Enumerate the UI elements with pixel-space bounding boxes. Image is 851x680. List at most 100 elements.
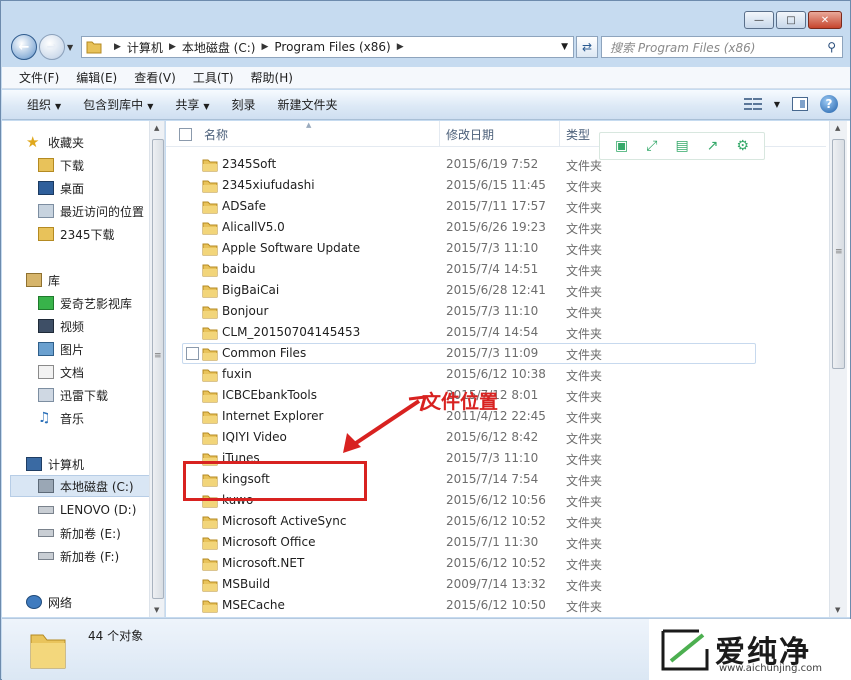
menu-file[interactable]: 文件(F)	[19, 69, 59, 86]
file-row[interactable]: MSBuild 2009/7/14 13:32 文件夹	[166, 574, 826, 595]
file-date: 2015/7/4 14:54	[446, 325, 539, 339]
menu-view[interactable]: 查看(V)	[134, 69, 176, 86]
select-all-checkbox[interactable]	[179, 128, 192, 141]
nav-item-iqiyi-library[interactable]: 爱奇艺影视库	[38, 292, 132, 314]
share-button[interactable]: 共享 ▼	[175, 96, 209, 113]
nav-item-recent[interactable]: 最近访问的位置	[38, 200, 144, 222]
file-row[interactable]: BigBaiCai 2015/6/28 12:41 文件夹	[166, 280, 826, 301]
preview-pane-icon[interactable]	[792, 97, 808, 111]
nav-scrollbar[interactable]: ▲ ≡ ▼	[149, 121, 164, 617]
nav-item-2345-downloads[interactable]: 2345下载	[38, 223, 115, 245]
file-row[interactable]: Bonjour 2015/7/3 11:10 文件夹	[166, 301, 826, 322]
chevron-right-icon[interactable]: ▶	[261, 42, 268, 52]
breadcrumb-local-disk[interactable]: 本地磁盘 (C:)	[182, 39, 256, 56]
window-icon[interactable]: ▣	[615, 139, 628, 153]
nav-item-volume-f[interactable]: 新加卷 (F:)	[38, 545, 119, 567]
search-icon[interactable]: ⚲	[827, 40, 836, 54]
back-button[interactable]: ←	[11, 34, 37, 60]
chevron-right-icon[interactable]: ▶	[397, 42, 404, 52]
nav-item-downloads[interactable]: 下载	[38, 154, 84, 176]
chevron-right-icon[interactable]: ▶	[114, 42, 121, 52]
address-dropdown-icon[interactable]: ▼	[561, 42, 568, 52]
file-row[interactable]: Microsoft Office 2015/7/1 11:30 文件夹	[166, 532, 826, 553]
refresh-button[interactable]: ⇄	[576, 36, 598, 58]
file-row[interactable]: baidu 2015/7/4 14:51 文件夹	[166, 259, 826, 280]
scroll-up-icon[interactable]: ▲	[835, 124, 840, 132]
file-type: 文件夹	[566, 537, 603, 551]
organize-button[interactable]: 组织 ▼	[27, 96, 61, 113]
expand-icon[interactable]: ⤢	[646, 139, 657, 153]
nav-item-music[interactable]: ♫ 音乐	[38, 407, 84, 429]
breadcrumb-computer[interactable]: 计算机	[127, 39, 163, 56]
row-checkbox[interactable]	[186, 347, 199, 360]
file-row[interactable]: 2345xiufudashi 2015/6/15 11:45 文件夹	[166, 175, 826, 196]
file-name: Bonjour	[222, 304, 269, 318]
file-scrollbar[interactable]: ▲ ≡ ▼	[829, 121, 847, 617]
grip-icon: ≡	[835, 247, 843, 257]
settings-icon[interactable]: ⚙	[736, 139, 749, 153]
close-button[interactable]: ✕	[808, 11, 842, 29]
file-row[interactable]: Microsoft ActiveSync 2015/6/12 10:52 文件夹	[166, 511, 826, 532]
search-input[interactable]: 搜索 Program Files (x86) ⚲	[601, 36, 843, 58]
views-icon[interactable]	[743, 97, 762, 111]
nav-scroll-thumb[interactable]	[152, 139, 164, 599]
nav-network[interactable]: 网络	[26, 591, 72, 613]
file-type: 文件夹	[566, 264, 603, 278]
file-row[interactable]: Microsoft.NET 2015/6/12 10:52 文件夹	[166, 553, 826, 574]
include-library-button[interactable]: 包含到库中 ▼	[83, 96, 153, 113]
file-name: fuxin	[222, 367, 252, 381]
folder-icon	[202, 516, 218, 529]
folder-icon	[30, 634, 66, 669]
address-bar[interactable]: ▶ 计算机 ▶ 本地磁盘 (C:) ▶ Program Files (x86) …	[81, 36, 574, 58]
nav-item-xunlei[interactable]: 迅雷下载	[38, 384, 108, 406]
menu-tools[interactable]: 工具(T)	[193, 69, 234, 86]
nav-item-pictures[interactable]: 图片	[38, 338, 84, 360]
menu-bar: 文件(F) 编辑(E) 查看(V) 工具(T) 帮助(H)	[2, 67, 850, 89]
folder-icon	[202, 159, 218, 172]
file-row[interactable]: fuxin 2015/6/12 10:38 文件夹	[166, 364, 826, 385]
file-row[interactable]: Apple Software Update 2015/7/3 11:10 文件夹	[166, 238, 826, 259]
nav-item-local-disk-c[interactable]: 本地磁盘 (C:)	[10, 475, 155, 497]
minimize-button[interactable]: —	[744, 11, 774, 29]
nav-favorites[interactable]: ★ 收藏夹	[26, 131, 84, 153]
burn-button[interactable]: 刻录	[232, 96, 256, 113]
organize-label: 组织	[27, 98, 52, 112]
nav-item-documents[interactable]: 文档	[38, 361, 84, 383]
forward-button[interactable]: →	[39, 34, 65, 60]
nav-item-lenovo-d[interactable]: LENOVO (D:)	[38, 499, 136, 521]
file-row[interactable]: ADSafe 2015/7/11 17:57 文件夹	[166, 196, 826, 217]
nav-libraries[interactable]: 库	[26, 269, 60, 291]
file-row[interactable]: AlicallV5.0 2015/6/26 19:23 文件夹	[166, 217, 826, 238]
column-name[interactable]: 名称	[198, 121, 440, 147]
column-date[interactable]: 修改日期	[440, 121, 560, 147]
file-row[interactable]: IQIYI Video 2015/6/12 8:42 文件夹	[166, 427, 826, 448]
maximize-button[interactable]: □	[776, 11, 806, 29]
help-icon[interactable]: ?	[820, 95, 838, 113]
menu-edit[interactable]: 编辑(E)	[76, 69, 117, 86]
xunlei-download-icon	[38, 388, 54, 402]
save-icon[interactable]: ▤	[675, 139, 688, 153]
new-folder-button[interactable]: 新建文件夹	[278, 96, 338, 113]
share-icon[interactable]: ↗	[707, 139, 719, 153]
nav-item-label: 新加卷 (F:)	[60, 549, 120, 564]
file-date: 2015/7/3 11:09	[446, 346, 539, 360]
file-date: 2009/7/14 13:32	[446, 577, 546, 591]
scroll-down-icon[interactable]: ▼	[154, 606, 159, 614]
watermark-url: www.aichunjing.com	[719, 663, 822, 674]
scroll-up-icon[interactable]: ▲	[154, 124, 159, 132]
menu-help[interactable]: 帮助(H)	[251, 69, 293, 86]
breadcrumb-program-files[interactable]: Program Files (x86)	[274, 40, 390, 54]
file-row[interactable]: MSECache 2015/6/12 10:50 文件夹	[166, 595, 826, 616]
file-row[interactable]: CLM_20150704145453 2015/7/4 14:54 文件夹	[166, 322, 826, 343]
nav-item-desktop[interactable]: 桌面	[38, 177, 84, 199]
recent-pages-dropdown-icon[interactable]: ▼	[67, 43, 73, 52]
nav-item-videos[interactable]: 视频	[38, 315, 84, 337]
views-dropdown-icon[interactable]: ▼	[774, 100, 780, 109]
chevron-right-icon[interactable]: ▶	[169, 42, 176, 52]
aichunjing-logo	[661, 629, 709, 671]
column-name-label: 名称	[204, 127, 229, 142]
file-row[interactable]: Common Files 2015/7/3 11:09 文件夹	[166, 343, 826, 364]
nav-computer[interactable]: 计算机	[26, 453, 84, 475]
scroll-down-icon[interactable]: ▼	[835, 606, 840, 614]
nav-item-volume-e[interactable]: 新加卷 (E:)	[38, 522, 121, 544]
